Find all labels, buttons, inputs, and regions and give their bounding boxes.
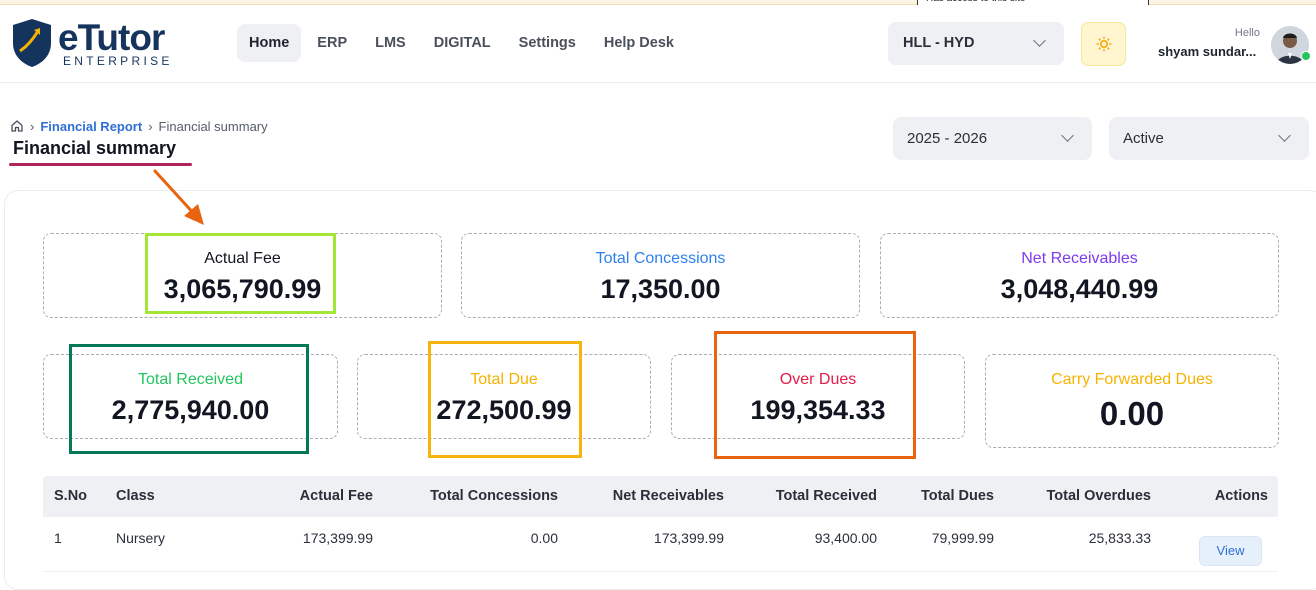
net-receivables-value: 3,048,440.99: [1000, 274, 1159, 304]
main-nav: Home ERP LMS DIGITAL Settings Help Desk: [237, 24, 686, 62]
actual-fee-card: Actual Fee 3,065,790.99: [43, 233, 442, 318]
cell-total-received: 93,400.00: [814, 530, 877, 546]
col-actual-fee: Actual Fee: [299, 488, 373, 504]
col-net-receivables: Net Receivables: [612, 488, 724, 504]
carry-forwarded-dues-label: Carry Forwarded Dues: [1051, 371, 1213, 388]
page-title: Financial summary: [13, 138, 177, 158]
over-dues-label: Over Dues: [779, 371, 857, 388]
total-received-label: Total Received: [138, 371, 243, 388]
online-status-dot: [1301, 51, 1311, 61]
net-receivables-card: Net Receivables 3,048,440.99: [880, 233, 1279, 318]
cell-total-overdues: 25,833.33: [1088, 530, 1151, 546]
total-due-label: Total Due: [470, 371, 538, 388]
net-receivables-label: Net Receivables: [1021, 250, 1138, 267]
cell-sno: 1: [54, 530, 62, 546]
breadcrumb: › Financial Report › Financial summary: [10, 117, 268, 135]
home-icon[interactable]: [10, 119, 24, 133]
nav-digital[interactable]: DIGITAL: [422, 24, 503, 62]
cell-net-receivables: 173,399.99: [653, 530, 724, 546]
col-total-dues: Total Dues: [920, 488, 994, 504]
cell-concessions: 0.00: [530, 530, 558, 546]
actual-fee-value: 3,065,790.99: [163, 274, 322, 304]
col-class: Class: [116, 488, 155, 504]
breadcrumb-financial-report[interactable]: Financial Report: [40, 119, 142, 134]
carry-forwarded-dues-value: 0.00: [1099, 395, 1165, 432]
carry-forwarded-dues-card: Carry Forwarded Dues 0.00: [985, 354, 1279, 448]
app-header: eTutor ENTERPRISE Home ERP LMS DIGITAL S…: [0, 5, 1316, 83]
total-received-card: Total Received 2,775,940.00: [43, 354, 338, 439]
branch-value: HLL - HYD: [903, 35, 975, 51]
chevron-right-icon: ›: [30, 118, 35, 134]
total-concessions-card: Total Concessions 17,350.00: [461, 233, 860, 318]
chevron-down-icon: [1061, 129, 1074, 142]
sun-icon: [1096, 36, 1112, 52]
status-value: Active: [1123, 130, 1164, 147]
branch-select[interactable]: HLL - HYD: [888, 22, 1064, 65]
total-concessions-label: Total Concessions: [595, 250, 726, 267]
cell-total-dues: 79,999.99: [931, 530, 994, 546]
total-concessions-value: 17,350.00: [600, 274, 721, 304]
cell-actual-fee: 173,399.99: [302, 530, 373, 546]
total-due-card: Total Due 272,500.99: [357, 354, 651, 439]
nav-home[interactable]: Home: [237, 24, 302, 62]
total-due-value: 272,500.99: [436, 395, 572, 425]
chevron-down-icon: [1278, 129, 1291, 142]
table-header: S.No Class Actual Fee Total Concessions …: [43, 476, 1278, 517]
theme-toggle-button[interactable]: [1081, 22, 1126, 66]
col-sno: S.No: [54, 488, 88, 504]
shield-logo-icon: [13, 19, 51, 67]
user-name[interactable]: shyam sundar...: [1158, 44, 1262, 59]
col-total-overdues: Total Overdues: [1046, 488, 1151, 504]
annotation-arrow-icon: [153, 169, 204, 225]
table-row: 1 Nursery 173,399.99 0.00 173,399.99 93,…: [43, 517, 1278, 572]
over-dues-value: 199,354.33: [750, 395, 886, 425]
chevron-down-icon: [1033, 34, 1046, 47]
cell-class: Nursery: [116, 530, 166, 546]
greeting-text: Hello: [1234, 27, 1260, 39]
col-total-received: Total Received: [775, 488, 877, 504]
over-dues-card: Over Dues 199,354.33: [671, 354, 965, 439]
breadcrumb-current: Financial summary: [158, 118, 268, 134]
academic-year-select[interactable]: 2025 - 2026: [893, 117, 1092, 160]
nav-settings[interactable]: Settings: [507, 24, 588, 62]
actual-fee-label: Actual Fee: [204, 250, 281, 267]
col-total-concessions: Total Concessions: [430, 488, 558, 504]
academic-year-value: 2025 - 2026: [907, 130, 988, 147]
nav-erp[interactable]: ERP: [305, 24, 359, 62]
col-actions: Actions: [1214, 488, 1268, 504]
chevron-right-icon: ›: [148, 118, 153, 134]
view-button[interactable]: View: [1199, 536, 1262, 566]
brand-name: eTutor: [58, 17, 165, 58]
status-select[interactable]: Active: [1109, 117, 1309, 160]
total-received-value: 2,775,940.00: [111, 395, 270, 425]
nav-help-desk[interactable]: Help Desk: [592, 24, 686, 62]
etutor-logo[interactable]: eTutor ENTERPRISE: [10, 17, 185, 73]
nav-lms[interactable]: LMS: [363, 24, 418, 62]
brand-tagline: ENTERPRISE: [63, 54, 173, 68]
